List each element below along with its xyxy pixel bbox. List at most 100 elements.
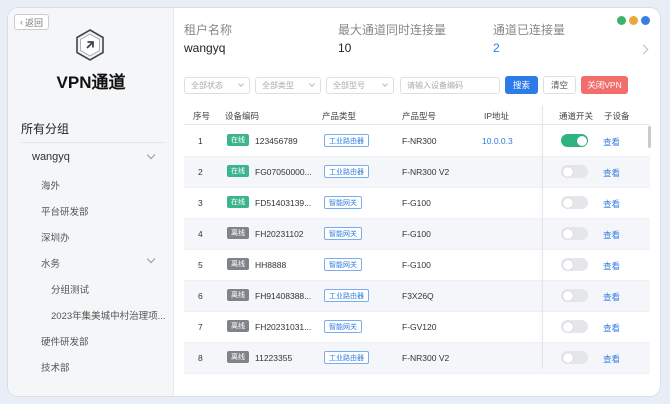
channel-toggle[interactable]	[561, 165, 588, 178]
status-badge: 在线	[227, 196, 249, 208]
device-code: 123456789	[255, 136, 298, 146]
toggle-knob	[562, 321, 573, 332]
table-row[interactable]: 2 在线 FG07050000... 工业路由器 F-NR300 V2 查看	[184, 157, 650, 188]
divider	[21, 142, 165, 143]
view-sub-devices-link[interactable]: 查看	[603, 291, 620, 303]
col-sub: 子设备	[604, 111, 630, 121]
view-sub-devices-link[interactable]: 查看	[603, 229, 620, 241]
device-code: FH20231031...	[255, 322, 312, 332]
scrollbar[interactable]	[648, 126, 651, 148]
product-type-tag: 工业路由器	[324, 351, 369, 364]
product-type-tag: 工业路由器	[324, 165, 369, 178]
tenant-value: wangyq	[184, 41, 226, 55]
toggle-knob	[576, 135, 587, 146]
table-row[interactable]: 6 离线 FH91408388... 工业路由器 F3X26Q 查看	[184, 281, 650, 312]
device-code: FH91408388...	[255, 291, 312, 301]
tree-item[interactable]: 分组测试	[51, 282, 89, 296]
product-type-tag: 智能网关	[324, 196, 362, 209]
status-badge: 离线	[227, 227, 249, 239]
table-row[interactable]: 4 离线 FH20231102 智能网关 F-G100 查看	[184, 219, 650, 250]
close-vpn-button[interactable]: 关闭VPN	[581, 76, 628, 94]
view-sub-devices-link[interactable]: 查看	[603, 198, 620, 210]
table-row[interactable]: 3 在线 FD51403139... 智能网关 F-G100 查看	[184, 188, 650, 219]
app-window: ‹ 返回 VPN通道 所有分组 wangyq 海外 平台研发部 深圳办 水务 分…	[8, 8, 660, 396]
status-badge: 离线	[227, 351, 249, 363]
chevron-right-icon[interactable]	[638, 44, 649, 55]
channel-toggle[interactable]	[561, 289, 588, 302]
table-row[interactable]: 1 在线 123456789 工业路由器 F-NR300 10.0.0.3 查看	[184, 126, 650, 157]
chevron-down-icon[interactable]	[146, 254, 156, 264]
connected-label: 通道已连接量	[493, 23, 566, 37]
window-close-icon[interactable]	[617, 16, 626, 25]
device-code-input[interactable]: 请输入设备编码	[400, 77, 500, 94]
chevron-down-icon	[382, 81, 388, 87]
channel-toggle[interactable]	[561, 320, 588, 333]
tree-item[interactable]: 硬件研发部	[41, 334, 89, 348]
window-minimize-icon[interactable]	[629, 16, 638, 25]
toggle-knob	[562, 166, 573, 177]
table-row[interactable]: 5 离线 HH8888 智能网关 F-G100 查看	[184, 250, 650, 281]
tree-item[interactable]: 技术部	[41, 360, 70, 374]
chevron-down-icon[interactable]	[146, 150, 156, 160]
tenant-label: 租户名称	[184, 23, 233, 37]
device-code: 11223355	[255, 353, 293, 363]
tree-item[interactable]: 2023年集美城中村治理项...	[51, 308, 166, 322]
tree-item[interactable]: 平台研发部	[41, 204, 89, 218]
row-index: 3	[198, 198, 203, 208]
status-badge: 离线	[227, 258, 249, 270]
channel-toggle[interactable]	[561, 351, 588, 364]
tree-item[interactable]: 水务	[41, 256, 60, 270]
model-filter[interactable]: 全部型号	[326, 77, 394, 94]
channel-toggle[interactable]	[561, 134, 588, 147]
row-index: 6	[198, 291, 203, 301]
view-sub-devices-link[interactable]: 查看	[603, 136, 620, 148]
device-code: FG07050000...	[255, 167, 312, 177]
channel-toggle[interactable]	[561, 196, 588, 209]
product-model: F-G100	[402, 229, 431, 239]
table-header: 序号 设备编码 产品类型 产品型号 IP地址 通道开关 子设备	[184, 105, 650, 125]
tree-item[interactable]: 深圳办	[41, 230, 70, 244]
table-row[interactable]: 8 离线 11223355 工业路由器 F-NR300 V2 查看	[184, 343, 650, 374]
product-model: F-G100	[402, 198, 431, 208]
product-type-tag: 工业路由器	[324, 289, 369, 302]
row-index: 7	[198, 322, 203, 332]
col-ip: IP地址	[484, 111, 510, 121]
channel-toggle[interactable]	[561, 258, 588, 271]
status-filter[interactable]: 全部状态	[184, 77, 250, 94]
status-filter-placeholder: 全部状态	[191, 81, 223, 90]
view-sub-devices-link[interactable]: 查看	[603, 322, 620, 334]
type-filter-placeholder: 全部类型	[262, 81, 294, 90]
row-index: 1	[198, 136, 203, 146]
view-sub-devices-link[interactable]: 查看	[603, 260, 620, 272]
max-connections-label: 最大通道同时连接量	[338, 23, 447, 37]
row-index: 5	[198, 260, 203, 270]
view-sub-devices-link[interactable]: 查看	[603, 353, 620, 365]
toggle-knob	[562, 352, 573, 363]
type-filter[interactable]: 全部类型	[255, 77, 321, 94]
col-switch: 通道开关	[559, 111, 594, 121]
chevron-left-icon: ‹	[20, 17, 23, 27]
window-maximize-icon[interactable]	[641, 16, 650, 25]
tree-item-root[interactable]: wangyq	[32, 151, 70, 163]
device-code: FD51403139...	[255, 198, 312, 208]
col-type: 产品类型	[322, 111, 357, 121]
clear-button[interactable]: 清空	[543, 76, 576, 94]
device-code-placeholder: 请输入设备编码	[407, 81, 463, 90]
view-sub-devices-link[interactable]: 查看	[603, 167, 620, 179]
table-row[interactable]: 7 离线 FH20231031... 智能网关 F-GV120 查看	[184, 312, 650, 343]
tree-item[interactable]: 海外	[41, 178, 60, 192]
col-model: 产品型号	[402, 111, 437, 121]
toggle-knob	[562, 259, 573, 270]
back-button[interactable]: ‹ 返回	[14, 14, 50, 30]
max-connections-value: 10	[338, 41, 352, 55]
channel-toggle[interactable]	[561, 227, 588, 240]
ip-address: 10.0.0.3	[482, 136, 513, 146]
product-model: F-GV120	[402, 322, 437, 332]
connected-value: 2	[493, 41, 500, 55]
search-button[interactable]: 搜索	[505, 76, 538, 94]
row-index: 8	[198, 353, 203, 363]
status-badge: 离线	[227, 289, 249, 301]
fixed-column-divider	[542, 105, 543, 369]
product-type-tag: 智能网关	[324, 258, 362, 271]
vpn-logo-icon	[76, 29, 104, 61]
